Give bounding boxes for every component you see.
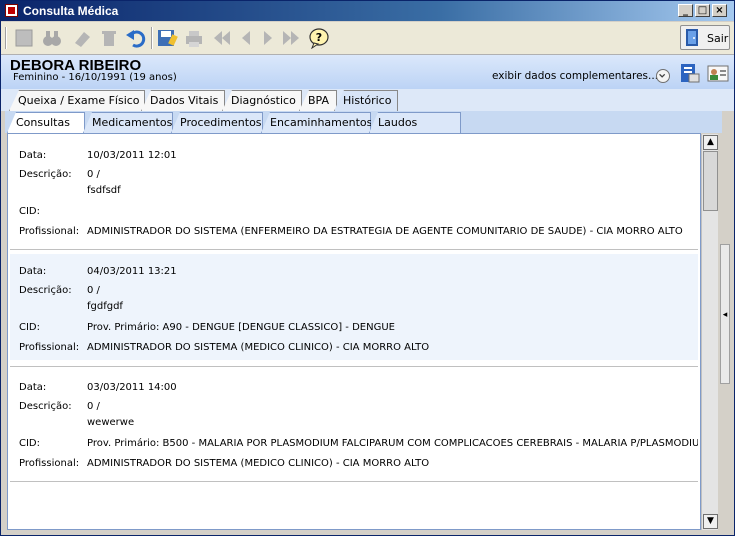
- descricao-label: Descrição:: [19, 285, 72, 296]
- consultations-list: Data: 10/03/2011 12:01 Descrição: 0 / fsdf…: [7, 133, 701, 530]
- profissional-label: Profissional:: [19, 342, 80, 353]
- tab-encaminhamentos[interactable]: Encaminhamentos: [261, 112, 371, 133]
- tab-bpa[interactable]: BPA: [299, 90, 337, 111]
- history-sub-tabs: Consultas Medicamentos Procedimentos Enc…: [5, 111, 722, 133]
- consultation-record: Data: 10/03/2011 12:01 Descrição: 0 / fsdf…: [10, 138, 698, 250]
- maximize-button[interactable]: □: [695, 4, 710, 17]
- record-description-text: wewerwe: [87, 417, 135, 428]
- data-label: Data:: [19, 150, 47, 161]
- show-more-data-link[interactable]: exibir dados complementares...: [492, 70, 658, 82]
- data-label: Data:: [19, 266, 47, 277]
- cid-label: CID:: [19, 322, 41, 333]
- first-record-icon[interactable]: [211, 27, 233, 49]
- tab-historico[interactable]: Histórico: [334, 90, 398, 111]
- toolbar: ? Sair: [1, 22, 734, 55]
- tab-dados-vitais[interactable]: Dados Vitais: [141, 90, 225, 111]
- sair-button[interactable]: Sair: [680, 25, 730, 50]
- profissional-label: Profissional:: [19, 226, 80, 237]
- profissional-label: Profissional:: [19, 458, 80, 469]
- record-description: 0 /: [87, 285, 100, 296]
- record-separator: [10, 366, 698, 368]
- patient-card-icon[interactable]: [707, 62, 729, 84]
- cid-label: CID:: [19, 438, 41, 449]
- record-description-text: fgdfgdf: [87, 301, 123, 312]
- record-date: 10/03/2011 12:01: [87, 150, 177, 161]
- main-tabs: Queixa / Exame Físico Dados Vitais Diagn…: [1, 89, 734, 111]
- scroll-up-arrow-icon[interactable]: ▲: [703, 135, 718, 150]
- chevron-down-icon[interactable]: [656, 69, 670, 83]
- sair-label: Sair: [707, 32, 729, 45]
- side-panel-toggle[interactable]: ◂: [720, 244, 730, 384]
- record-cid: Prov. Primário: B500 - MALARIA POR PLASM…: [87, 438, 698, 449]
- tab-laudos-exames[interactable]: Laudos Exames: [369, 112, 461, 133]
- record-professional: ADMINISTRADOR DO SISTEMA (MEDICO CLINICO…: [87, 342, 430, 353]
- eraser-icon[interactable]: [71, 27, 93, 49]
- descricao-label: Descrição:: [19, 401, 72, 412]
- previous-record-icon[interactable]: [235, 27, 257, 49]
- tab-procedimentos[interactable]: Procedimentos: [171, 112, 263, 133]
- next-record-icon[interactable]: [257, 27, 279, 49]
- record-professional: ADMINISTRADOR DO SISTEMA (ENFERMEIRO DA …: [87, 226, 683, 237]
- new-record-icon[interactable]: [13, 27, 35, 49]
- svg-text:?: ?: [316, 31, 322, 44]
- record-description: 0 /: [87, 169, 100, 180]
- window-title: Consulta Médica: [23, 4, 119, 18]
- print-icon[interactable]: [183, 27, 205, 49]
- search-binoculars-icon[interactable]: [41, 27, 63, 49]
- scroll-thumb[interactable]: [703, 151, 718, 211]
- chevron-left-icon: ◂: [722, 310, 728, 320]
- tab-diagnostico[interactable]: Diagnóstico: [222, 90, 302, 111]
- record-date: 04/03/2011 13:21: [87, 266, 177, 277]
- scroll-down-arrow-icon[interactable]: ▼: [703, 514, 718, 529]
- record-professional: ADMINISTRADOR DO SISTEMA (MEDICO CLINICO…: [87, 458, 430, 469]
- record-divider: [10, 366, 698, 367]
- last-record-icon[interactable]: [280, 27, 302, 49]
- undo-icon[interactable]: [125, 27, 147, 49]
- help-icon[interactable]: ?: [308, 27, 330, 50]
- toolbar-grip: [5, 27, 7, 49]
- consultation-record: Data: 03/03/2011 14:00 Descrição: 0 / wewe…: [10, 370, 698, 482]
- patient-header: DEBORA RIBEIRO Feminino - 16/10/1991 (19…: [1, 55, 734, 90]
- vertical-scrollbar[interactable]: ▲ ▼: [701, 134, 718, 530]
- title-bar[interactable]: Consulta Médica _ □ ×: [1, 1, 734, 21]
- trash-icon[interactable]: [98, 27, 120, 49]
- data-label: Data:: [19, 382, 47, 393]
- app-icon: [5, 4, 18, 17]
- cid-label: CID:: [19, 206, 41, 217]
- consulta-medica-window: Consulta Médica _ □ × ? Sair DEBORA RIBE…: [0, 0, 735, 536]
- record-description-text: fsdfsdf: [87, 185, 121, 196]
- exit-door-icon: [685, 28, 701, 47]
- record-divider: [10, 481, 698, 482]
- tab-consultas[interactable]: Consultas: [7, 112, 85, 133]
- tab-queixa-exame-fisico[interactable]: Queixa / Exame Físico: [9, 90, 145, 111]
- record-description: 0 /: [87, 401, 100, 412]
- close-button[interactable]: ×: [712, 4, 727, 17]
- patient-info: Feminino - 16/10/1991 (19 anos): [13, 72, 177, 83]
- record-cid: Prov. Primário: A90 - DENGUE [DENGUE CLA…: [87, 322, 395, 333]
- record-divider: [10, 249, 698, 250]
- tab-medicamentos[interactable]: Medicamentos: [83, 112, 173, 133]
- descricao-label: Descrição:: [19, 169, 72, 180]
- patient-records-icon[interactable]: [679, 62, 701, 84]
- consultation-record: Data: 04/03/2011 13:21 Descrição: 0 / fgdf…: [10, 254, 698, 360]
- record-date: 03/03/2011 14:00: [87, 382, 177, 393]
- minimize-button[interactable]: _: [678, 4, 693, 17]
- toolbar-separator: [151, 27, 153, 49]
- save-edit-icon[interactable]: [156, 27, 178, 49]
